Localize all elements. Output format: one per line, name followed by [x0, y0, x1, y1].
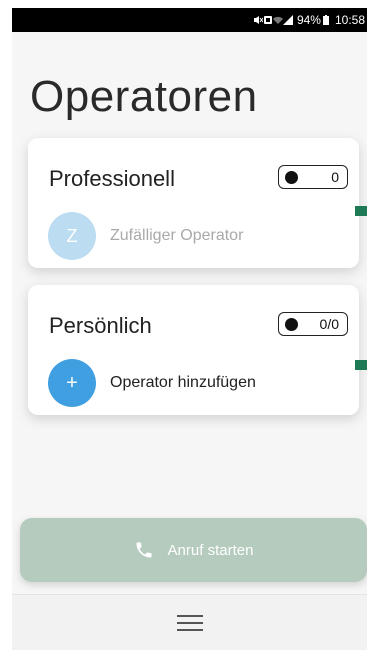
signal-icon [282, 15, 293, 25]
operator-counter: 0/0 [278, 312, 348, 336]
random-operator-item[interactable]: Z Zufälliger Operator [48, 212, 243, 260]
side-drawer-handle[interactable] [355, 360, 367, 370]
battery-icon [322, 15, 329, 25]
plus-icon: + [48, 359, 96, 407]
operator-label: Zufälliger Operator [110, 227, 244, 244]
wifi-icon [272, 16, 283, 24]
notification-icon [263, 16, 272, 24]
avatar: Z [48, 212, 96, 260]
phone-icon [136, 542, 152, 558]
operator-label: Operator hinzufügen [110, 374, 256, 391]
menu-icon[interactable] [176, 615, 203, 631]
counter-value: 0 [331, 169, 339, 185]
mute-icon [253, 16, 263, 24]
bottom-navigation [12, 594, 367, 650]
counter-value: 0/0 [319, 316, 339, 332]
app-screen: 94% 10:58 Operatoren Professionell 0 Z Z… [12, 8, 367, 650]
status-dot-icon [285, 170, 298, 184]
card-title: Persönlich [49, 313, 152, 338]
status-bar: 94% 10:58 [12, 8, 367, 32]
card-title: Professionell [49, 166, 175, 191]
clock: 10:58 [334, 13, 365, 27]
card-professionell[interactable]: Professionell 0 Z Zufälliger Operator [28, 138, 359, 268]
start-call-label: Anruf starten [167, 541, 254, 559]
status-dot-icon [285, 317, 298, 331]
card-persoenlich[interactable]: Persönlich 0/0 + Operator hinzufügen [28, 285, 359, 415]
battery-percentage: 94% [296, 13, 321, 27]
start-call-button[interactable]: Anruf starten [20, 518, 367, 582]
page-title: Operatoren [30, 72, 258, 121]
operator-counter: 0 [278, 165, 348, 189]
side-drawer-handle[interactable] [355, 206, 367, 216]
add-operator-button[interactable]: + Operator hinzufügen [48, 359, 256, 407]
